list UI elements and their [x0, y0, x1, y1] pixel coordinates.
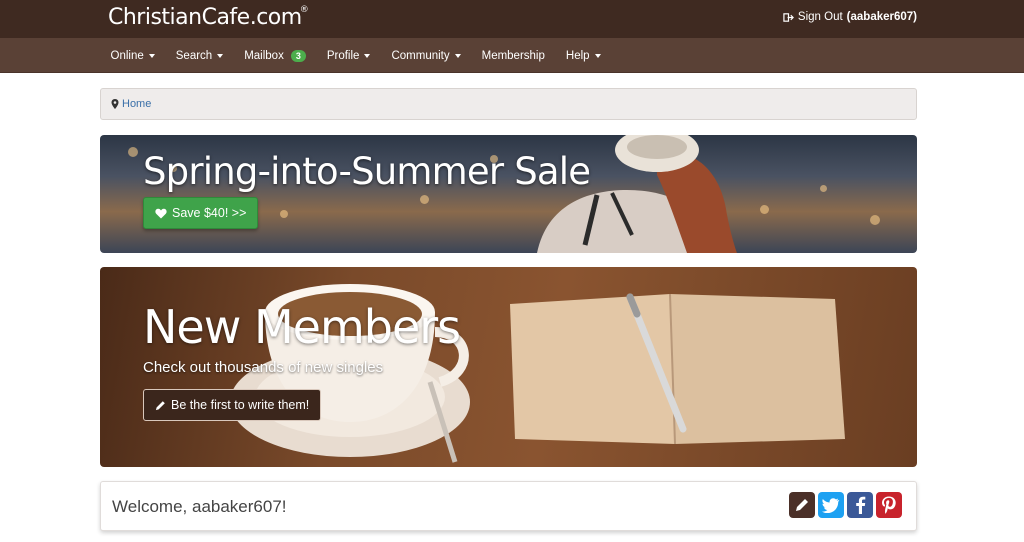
caret-down-icon: [454, 53, 461, 58]
save-40-button[interactable]: Save $40! >>: [143, 197, 259, 229]
twitter-icon: [822, 498, 840, 513]
top-header: ChristianCafe.com® Sign Out (aabaker607): [0, 0, 1024, 38]
bokeh-light: [420, 195, 429, 204]
sign-out-icon: [783, 12, 794, 22]
facebook-button[interactable]: [847, 492, 873, 518]
sale-banner[interactable]: Spring-into-Summer Sale Save $40! >>: [100, 135, 917, 253]
nav-help[interactable]: Help: [555, 38, 611, 73]
new-members-subtitle: Check out thousands of new singles: [143, 359, 384, 376]
bokeh-light: [280, 210, 288, 218]
bokeh-light: [820, 185, 827, 192]
new-members-banner[interactable]: New Members Check out thousands of new s…: [100, 267, 917, 467]
nav-profile[interactable]: Profile: [316, 38, 381, 73]
nav-membership[interactable]: Membership: [471, 38, 555, 73]
sign-out-label: Sign Out: [797, 11, 843, 23]
write-them-button[interactable]: Be the first to write them!: [143, 389, 322, 421]
caret-down-icon: [148, 53, 155, 58]
map-marker-icon: [111, 99, 119, 109]
username-display: (aabaker607): [846, 11, 917, 23]
heart-icon: [155, 208, 167, 218]
caret-down-icon: [217, 53, 224, 58]
caret-down-icon: [594, 53, 601, 58]
save-40-label: Save $40! >>: [172, 206, 247, 220]
nav-community-label: Community: [391, 49, 450, 62]
write-them-label: Be the first to write them!: [171, 398, 310, 412]
registered-mark: ®: [299, 4, 309, 15]
nav-profile-label: Profile: [326, 49, 360, 62]
sale-title: Spring-into-Summer Sale: [143, 150, 591, 193]
nav-help-label: Help: [565, 49, 590, 62]
edit-icon: [796, 499, 808, 511]
welcome-panel: Welcome, aabaker607!: [100, 481, 917, 531]
nav-mailbox[interactable]: Mailbox 3: [234, 38, 317, 73]
nav-search-label: Search: [175, 49, 213, 62]
bokeh-light: [128, 147, 138, 157]
welcome-message: Welcome, aabaker607!: [112, 497, 287, 516]
main-nav: Online Search Mailbox 3 Profile Communit…: [0, 38, 1024, 73]
pinterest-button[interactable]: [876, 492, 902, 518]
pencil-icon: [155, 400, 165, 410]
nav-search[interactable]: Search: [165, 38, 233, 73]
social-buttons: [789, 492, 902, 518]
caret-down-icon: [364, 53, 371, 58]
notebook-image: [510, 293, 845, 445]
edit-button[interactable]: [789, 492, 815, 518]
pinterest-icon: [882, 496, 896, 514]
logo-text: ChristianCafe.com: [108, 5, 302, 30]
nav-membership-label: Membership: [481, 49, 545, 62]
new-members-title: New Members: [143, 300, 461, 354]
sign-out-link[interactable]: Sign Out (aabaker607): [783, 11, 917, 23]
facebook-icon: [856, 496, 866, 514]
twitter-button[interactable]: [818, 492, 844, 518]
bokeh-light: [870, 215, 880, 225]
breadcrumb: Home: [100, 88, 917, 120]
site-logo[interactable]: ChristianCafe.com®: [108, 4, 309, 30]
nav-mailbox-label: Mailbox: [244, 49, 284, 62]
breadcrumb-home-link[interactable]: Home: [122, 98, 151, 110]
nav-online[interactable]: Online: [100, 38, 165, 73]
nav-community[interactable]: Community: [381, 38, 471, 73]
nav-online-label: Online: [110, 49, 144, 62]
mailbox-count-badge: 3: [290, 49, 306, 62]
